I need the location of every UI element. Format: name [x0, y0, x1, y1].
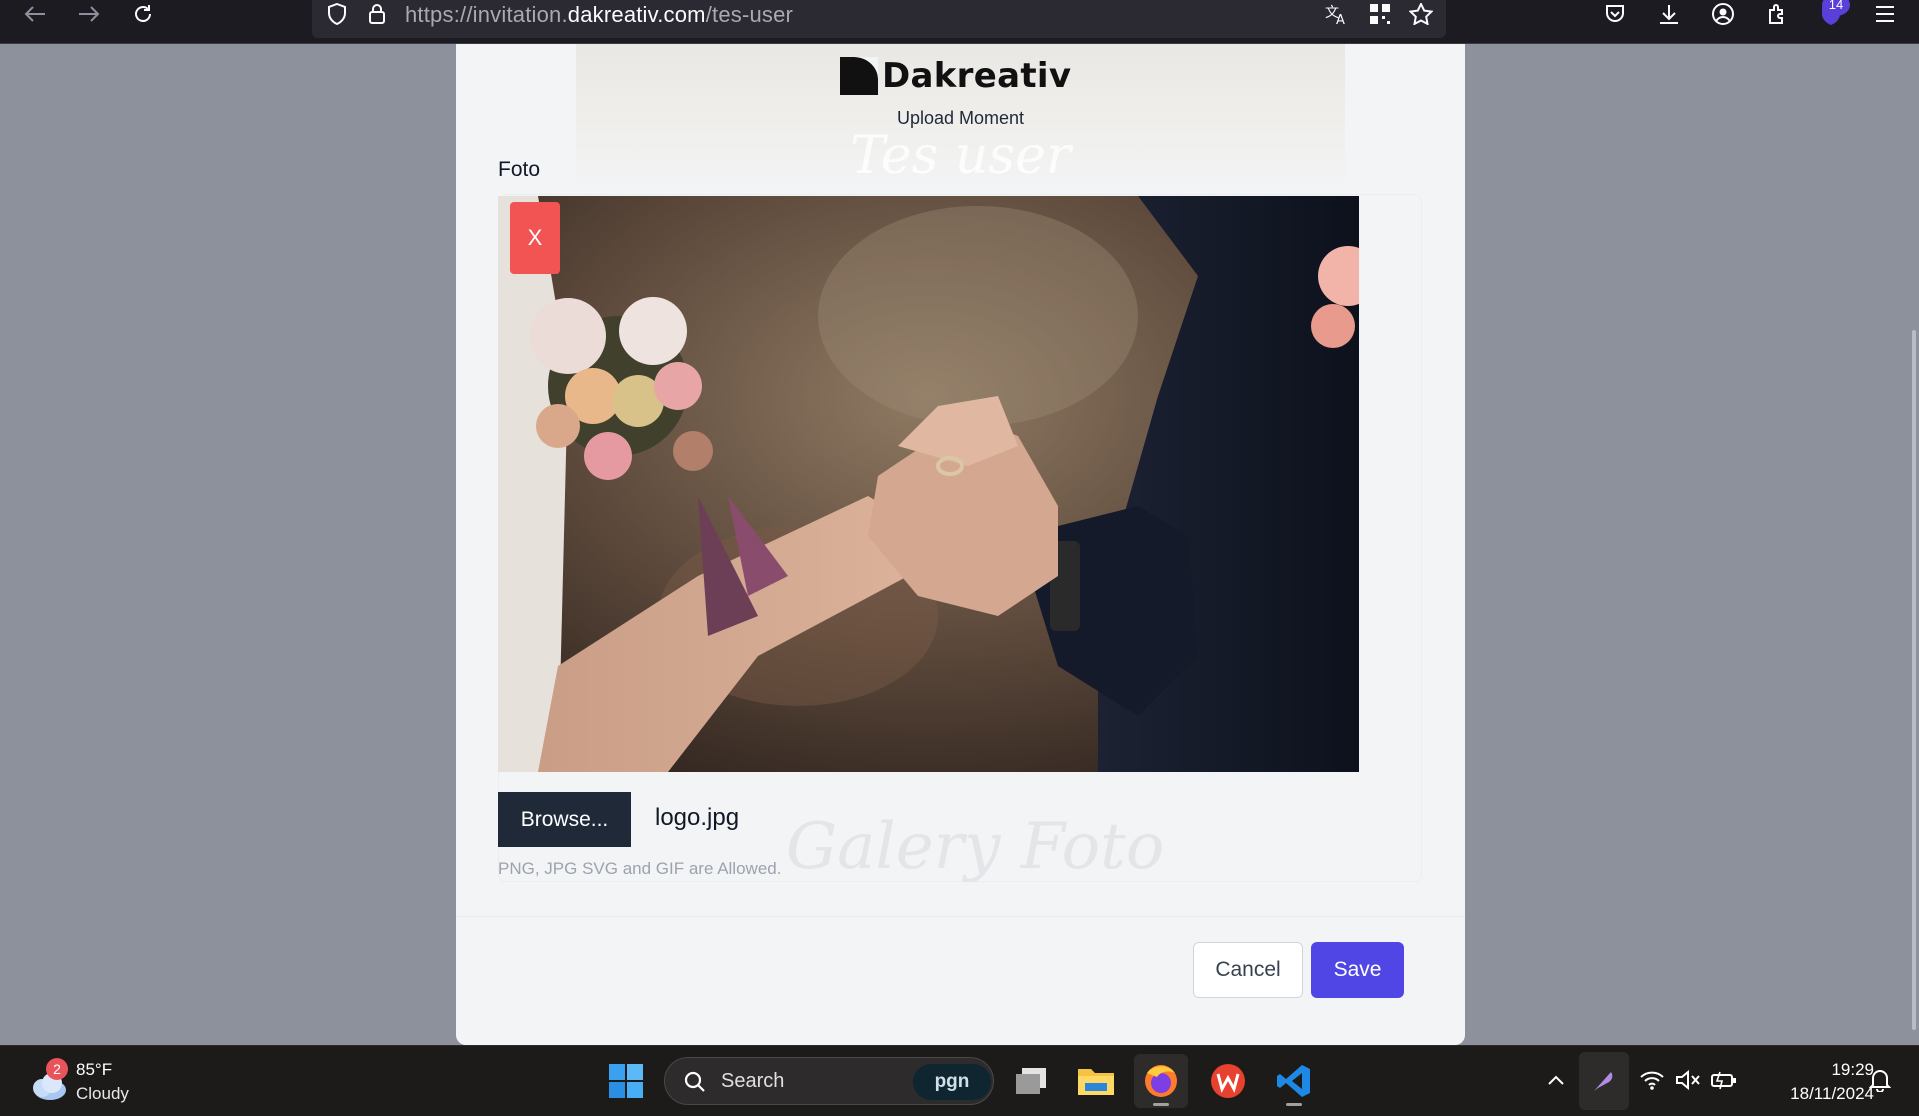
- upload-modal: Tes user Dakreativ Upload Moment Foto X …: [456, 44, 1465, 1045]
- cancel-button[interactable]: Cancel: [1193, 942, 1303, 998]
- weather-widget[interactable]: 2 85°F Cloudy: [28, 1058, 178, 1108]
- brand-name: Dakreativ: [882, 56, 1072, 96]
- start-button[interactable]: [599, 1054, 653, 1108]
- volume-muted-icon[interactable]: [1674, 1066, 1702, 1094]
- save-button[interactable]: Save: [1311, 942, 1404, 998]
- vscode-icon: [1277, 1065, 1310, 1097]
- pocket-icon[interactable]: [1598, 0, 1632, 28]
- menu-icon[interactable]: [1868, 0, 1902, 28]
- account-icon[interactable]: [1706, 0, 1740, 28]
- wps-office-icon: [1211, 1064, 1245, 1098]
- brand-logo: Dakreativ: [840, 56, 1071, 96]
- scrollbar-thumb[interactable]: [1912, 330, 1916, 1030]
- foto-label: Foto: [498, 158, 541, 181]
- clock-date[interactable]: 18/11/2024: [1760, 1084, 1874, 1104]
- translate-icon[interactable]: 文A: [1322, 0, 1352, 28]
- vscode-running-indicator: [1286, 1103, 1302, 1106]
- svg-text:A: A: [1336, 13, 1345, 25]
- feather-pen-icon: [1594, 1072, 1613, 1091]
- vscode-button[interactable]: [1267, 1054, 1321, 1108]
- reload-icon: [135, 5, 151, 22]
- windows-taskbar: 2 85°F Cloudy Search pgn 19:29 18/11/202…: [0, 1045, 1919, 1116]
- windows-logo-icon: [609, 1064, 643, 1098]
- back-arrow-icon: [24, 6, 45, 22]
- qr-code-icon[interactable]: [1365, 0, 1395, 28]
- task-view-button[interactable]: [1004, 1054, 1058, 1108]
- reload-button[interactable]: [128, 0, 158, 28]
- logo-mark-icon: [840, 57, 878, 95]
- url-bar[interactable]: https://invitation.dakreativ.com/tes-use…: [312, 0, 1446, 38]
- firefox-button[interactable]: [1134, 1054, 1188, 1108]
- weather-badge: 2: [46, 1058, 68, 1080]
- folder-icon: [1078, 1069, 1114, 1095]
- back-button[interactable]: [20, 0, 50, 28]
- firefox-icon: [1145, 1065, 1177, 1097]
- download-icon[interactable]: [1652, 0, 1686, 28]
- lock-icon[interactable]: [362, 0, 392, 28]
- wps-office-button[interactable]: [1201, 1054, 1255, 1108]
- notification-bell-icon[interactable]: [1866, 1066, 1894, 1094]
- browser-toolbar: https://invitation.dakreativ.com/tes-use…: [0, 0, 1919, 44]
- pen-tray-button[interactable]: [1579, 1052, 1629, 1110]
- forward-button[interactable]: [74, 0, 104, 28]
- clock-time[interactable]: 19:29: [1760, 1060, 1874, 1080]
- browse-button[interactable]: Browse...: [498, 792, 631, 847]
- firefox-running-indicator: [1153, 1103, 1169, 1106]
- search-icon: [684, 1071, 705, 1092]
- gallery-watermark: Galery Foto: [786, 810, 1165, 884]
- battery-icon[interactable]: [1710, 1066, 1738, 1094]
- selected-file-name: logo.jpg: [655, 804, 740, 831]
- wifi-icon[interactable]: [1638, 1066, 1666, 1094]
- hero-script-text: Tes user: [850, 126, 1071, 186]
- taskbar-search[interactable]: Search pgn: [664, 1057, 994, 1105]
- search-label: Search: [721, 1070, 785, 1092]
- weather-condition: Cloudy: [76, 1084, 129, 1103]
- extensions-icon[interactable]: [1760, 0, 1794, 28]
- forward-arrow-icon: [79, 6, 100, 22]
- photo-preview: X: [498, 196, 1359, 772]
- url-text[interactable]: https://invitation.dakreativ.com/tes-use…: [405, 2, 793, 28]
- wedding-photo: [498, 196, 1359, 772]
- file-explorer-button[interactable]: [1069, 1054, 1123, 1108]
- search-highlight: pgn: [913, 1064, 991, 1100]
- bookmark-star-icon[interactable]: [1406, 0, 1436, 28]
- remove-photo-button[interactable]: X: [510, 202, 560, 274]
- footer-divider: [456, 916, 1465, 917]
- show-hidden-icons-chevron-icon[interactable]: [1542, 1066, 1570, 1094]
- shield-icon[interactable]: [322, 0, 352, 28]
- task-view-icon: [1016, 1068, 1046, 1094]
- modal-subtitle: Upload Moment: [896, 108, 1025, 128]
- weather-temp: 85°F: [76, 1060, 113, 1079]
- file-type-hint: PNG, JPG SVG and GIF are Allowed.: [498, 859, 782, 878]
